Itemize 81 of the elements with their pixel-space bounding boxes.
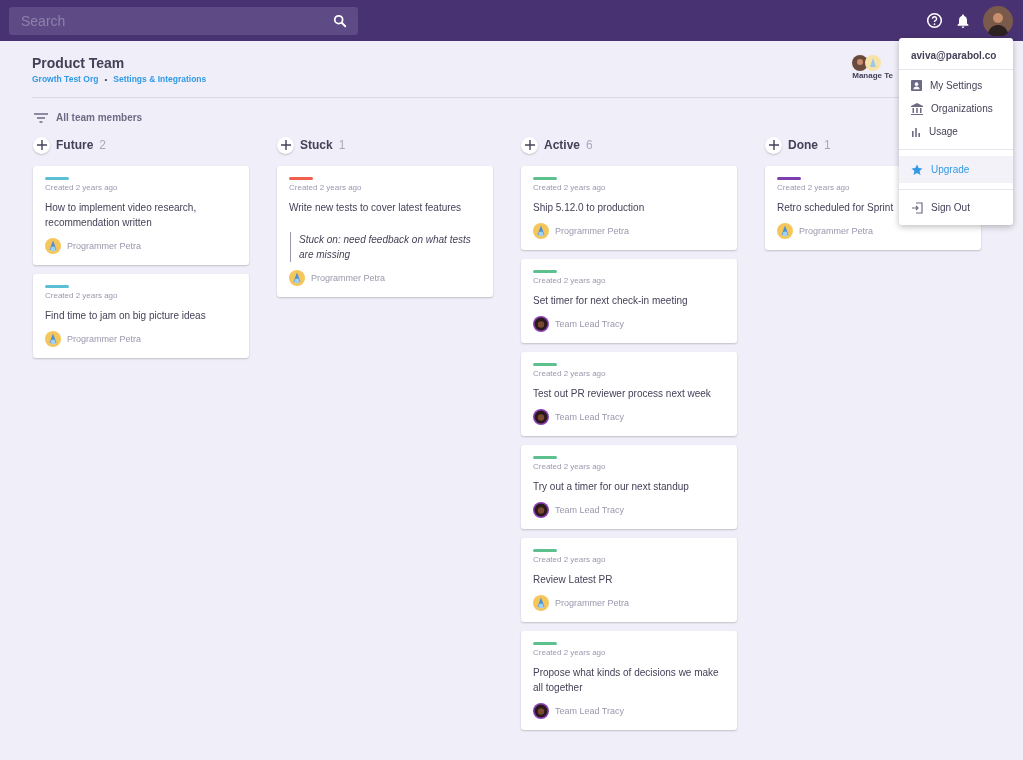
assignee-name: Team Lead Tracy (555, 706, 625, 716)
card-title: Test out PR reviewer process next week (533, 388, 711, 399)
card-count: 6 (586, 138, 593, 152)
help-icon[interactable] (926, 12, 943, 29)
account-icon (911, 80, 922, 91)
add-card-button[interactable] (277, 136, 294, 154)
created-time: Created 2 years ago (533, 462, 607, 471)
card-title: How to implement video research, recommendation written (45, 202, 197, 228)
filter-icon[interactable] (34, 112, 48, 123)
card-title: Try out a timer for our next standup (533, 481, 689, 492)
person-avatar (533, 316, 549, 332)
column-title: Done (788, 138, 818, 152)
person-avatar (533, 703, 549, 719)
card-title: Find time to jam on big picture ideas (45, 310, 206, 321)
person-avatar (533, 409, 549, 425)
search-icon[interactable] (333, 13, 347, 28)
robot-avatar (777, 223, 793, 239)
created-time: Created 2 years ago (45, 183, 119, 192)
robot-avatar (45, 238, 61, 254)
card-title: Propose what kinds of decisions we make all together (533, 667, 719, 693)
assignee-name: Programmer Petra (555, 598, 630, 608)
member-avatar (865, 55, 882, 71)
filter-label[interactable]: All team members (56, 112, 143, 123)
user-email: aviva@parabol.co (899, 38, 1013, 70)
menu-item[interactable]: Organizations (899, 97, 1013, 120)
stuck-note: Stuck on: need feedback on what tests are missing (290, 232, 481, 262)
column-title: Active (544, 138, 581, 152)
card-count: 1 (338, 138, 346, 152)
created-time: Created 2 years ago (289, 183, 363, 192)
created-time: Created 2 years ago (533, 369, 607, 378)
card-title: Set timer for next check-in meeting (533, 295, 688, 306)
sign-out-icon (911, 201, 923, 214)
created-time: Created 2 years ago (533, 648, 607, 657)
task-card[interactable]: Created 2 years ago Propose what kinds of decisions we make all together Team Lead Tracy (521, 631, 737, 730)
user-avatar[interactable] (983, 5, 1013, 36)
bank-icon (911, 102, 923, 115)
add-card-button[interactable] (33, 136, 50, 154)
add-card-button[interactable] (521, 136, 538, 154)
robot-avatar (45, 331, 61, 347)
bar-chart-icon (911, 126, 921, 137)
assignee-name: Programmer Petra (67, 241, 142, 251)
menu-item[interactable]: Usage (899, 120, 1013, 143)
created-time: Created 2 years ago (533, 276, 607, 285)
star-icon (911, 163, 923, 176)
card-title: Retro scheduled for Sprint (777, 202, 894, 213)
card-title: Review Latest PR (533, 574, 613, 585)
assignee-name: Team Lead Tracy (555, 505, 625, 515)
person-avatar (533, 502, 549, 518)
bell-icon[interactable] (955, 12, 971, 29)
menu-item[interactable]: My Settings (899, 74, 1013, 97)
separator: • (104, 74, 108, 84)
assignee-name: Programmer Petra (311, 273, 386, 283)
robot-avatar (533, 223, 549, 239)
assignee-name: Programmer Petra (555, 226, 630, 236)
column-title: Stuck (300, 138, 333, 152)
created-time: Created 2 years ago (533, 183, 607, 192)
assignee-name: Team Lead Tracy (555, 412, 625, 422)
assignee-name: Programmer Petra (67, 334, 142, 344)
assignee-name: Team Lead Tracy (555, 319, 625, 329)
card-count: 1 (824, 138, 831, 152)
add-card-button[interactable] (765, 136, 782, 154)
card-count: 2 (99, 138, 107, 152)
task-card[interactable]: Created 2 years ago Try out a timer for our next standup Team Lead Tracy (521, 445, 737, 529)
task-card[interactable]: Created 2 years ago Find time to jam on big picture ideas Programmer Petra (33, 274, 249, 358)
column-title: Future (56, 138, 94, 152)
task-card[interactable]: Created 2 years ago Review Latest PR Programmer Petra (521, 538, 737, 622)
task-card[interactable]: Created 2 years ago Test out PR reviewer process next week Team Lead Tracy (521, 352, 737, 436)
created-time: Created 2 years ago (45, 291, 119, 300)
task-card[interactable]: Created 2 years ago Write new tests to cover latest features Stuck on: need feedback on what tests are missing Programmer Petra (277, 166, 493, 297)
card-title: Ship 5.12.0 to production (533, 202, 645, 213)
created-time: Created 2 years ago (533, 555, 607, 564)
task-card[interactable]: Created 2 years ago Set timer for next check-in meeting Team Lead Tracy (521, 259, 737, 343)
robot-avatar (289, 270, 305, 286)
card-title: Write new tests to cover latest features (289, 202, 462, 213)
task-card[interactable]: Created 2 years ago How to implement video research, recommendation written Programmer Petra (33, 166, 249, 265)
robot-avatar (533, 595, 549, 611)
task-card[interactable]: Created 2 years ago Ship 5.12.0 to production Programmer Petra (521, 166, 737, 250)
created-time: Created 2 years ago (777, 183, 851, 192)
manage-team-link[interactable]: Manage Te (852, 71, 893, 80)
team-title: Product Team (32, 55, 126, 71)
assignee-name: Programmer Petra (799, 226, 874, 236)
